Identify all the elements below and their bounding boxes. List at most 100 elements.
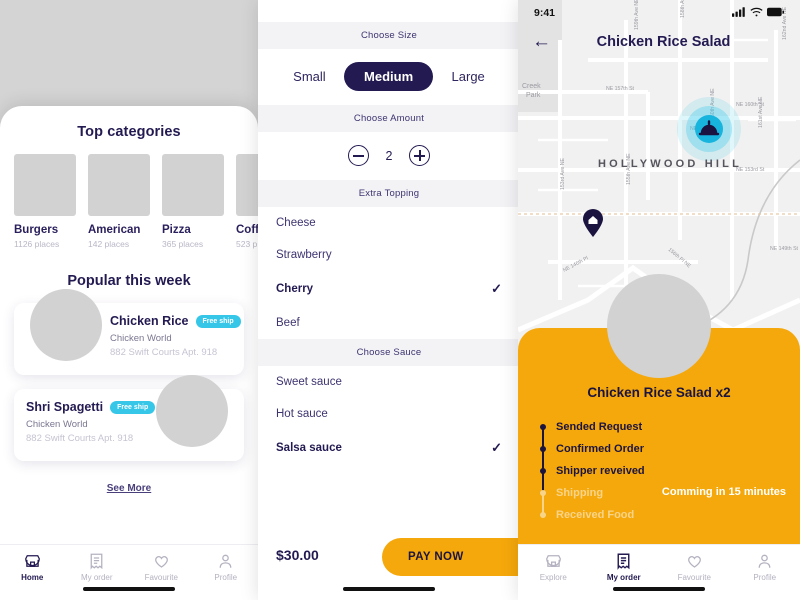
size-option-small[interactable]: Small [277,62,342,91]
tab-profile[interactable]: Profile [730,552,800,582]
store-icon [0,552,65,570]
svg-text:161st Ave NE: 161st Ave NE [758,96,764,128]
category-list: Burgers 1126 places American 142 places … [0,140,258,249]
extra-topping-header: Extra Topping [258,180,520,207]
status-bar: 9:41 [518,0,800,26]
restaurant-thumbnail [156,375,228,447]
person-icon [194,552,259,570]
payment-bar: $30.00 PAY NOW → [258,528,520,600]
tab-label: Explore [539,573,567,582]
option-label: Salsa sauce [276,442,342,454]
svg-text:Park: Park [526,92,541,99]
increment-button[interactable] [409,145,430,166]
bottom-tabbar: Explore My order Favourite Profile [518,544,800,600]
store-icon [518,552,589,570]
category-places: 523 p [236,239,258,249]
tab-label: Home [21,573,44,582]
category-name: Burgers [14,224,59,236]
sauce-option-salsa[interactable]: Salsa sauce ✓ [258,430,520,466]
step-label: Shipper reveived [556,465,645,477]
option-label: Strawberry [276,249,332,261]
choose-amount-header: Choose Amount [258,105,520,132]
tab-label: Profile [753,573,777,582]
tab-favourite[interactable]: Favourite [129,552,194,582]
size-option-large[interactable]: Large [436,62,501,91]
option-label: Cherry [276,283,314,295]
quantity-stepper: 2 [258,132,520,180]
step-received-food: Received Food [540,504,800,526]
category-item[interactable]: Burgers 1126 places [14,154,76,249]
neighborhood-label: HOLLYWOOD HILL [598,158,742,170]
check-icon: ✓ [491,281,502,296]
page-title: Chicken Rice Salad [596,33,731,50]
tab-label: My order [80,573,113,582]
category-thumbnail [162,154,224,216]
screen-order-tracking: NE 157th St NE 160th St NE 153rd St NE 1… [518,0,800,600]
tab-my-order[interactable]: My order [65,552,130,582]
category-name: Pizza [162,224,191,236]
category-thumbnail [236,154,258,216]
restaurant-name: Shri Spagetti [26,400,104,414]
category-item[interactable]: Pizza 365 places [162,154,224,249]
option-label: Sweet sauce [276,376,342,388]
tab-my-order[interactable]: My order [589,552,660,582]
topping-option-strawberry[interactable]: Strawberry [258,239,520,271]
decrement-button[interactable] [348,145,369,166]
tab-home[interactable]: Home [0,552,65,582]
popular-card[interactable]: Chicken Rice Free ship Chicken World 882… [14,289,244,375]
option-label: Cheese [276,217,316,229]
restaurant-address: 882 Swift Courts Apt. 918 [110,347,218,358]
category-thumbnail [88,154,150,216]
home-indicator [343,587,435,591]
popular-title: Popular this week [67,273,191,289]
tracking-header: ← Chicken Rice Salad [518,32,800,51]
category-name: Coff [236,224,258,236]
topping-option-cherry[interactable]: Cherry ✓ [258,271,520,307]
category-name: American [88,224,141,236]
see-more-link[interactable]: See More [0,483,258,494]
step-shipper-received: Shipper reveived [540,460,800,493]
option-label: Beef [276,317,300,329]
screen-item-options: Choose Size Small Medium Large Choose Am… [258,0,520,600]
home-sheet: Top categories Burgers 1126 places Ameri… [0,106,258,600]
home-indicator [613,587,705,591]
tab-favourite[interactable]: Favourite [659,552,730,582]
wifi-icon [750,4,763,22]
category-item[interactable]: Coff 523 p [236,154,258,249]
popular-card[interactable]: Shri Spagetti Free ship Chicken World 88… [14,375,244,461]
check-icon: ✓ [491,440,502,455]
topping-option-cheese[interactable]: Cheese [258,207,520,239]
choose-sauce-header: Choose Sauce [258,339,520,366]
person-icon [730,552,800,570]
home-pin-marker[interactable] [582,208,604,238]
category-places: 365 places [162,239,204,249]
bottom-tabbar: Home My order Favourite Profile [0,544,258,600]
sauce-option-hot[interactable]: Hot sauce [258,398,520,430]
svg-text:NE 149th St: NE 149th St [770,246,799,252]
size-option-medium[interactable]: Medium [344,62,434,91]
heart-icon [129,552,194,570]
topping-option-beef[interactable]: Beef [258,307,520,339]
eta-text: Comming in 15 minutes [661,486,786,498]
pay-now-button[interactable]: PAY NOW → [382,538,520,576]
category-places: 142 places [88,239,130,249]
choose-size-header: Choose Size [258,22,520,49]
order-thumbnail [607,274,711,378]
category-thumbnail [14,154,76,216]
sauce-option-sweet[interactable]: Sweet sauce [258,366,520,398]
order-progress-steps: Sended Request Confirmed Order Shipper r… [540,416,800,526]
food-dome-marker[interactable] [674,94,744,164]
tab-profile[interactable]: Profile [194,552,259,582]
three-screen-mockup: Top categories Burgers 1126 places Ameri… [0,0,800,600]
cellular-signal-icon [732,4,746,22]
tab-explore[interactable]: Explore [518,552,589,582]
category-item[interactable]: American 142 places [88,154,150,249]
heart-icon [659,552,730,570]
svg-text:Creek: Creek [522,83,541,90]
size-selector: Small Medium Large [258,49,520,105]
step-label: Confirmed Order [556,443,645,455]
screen-home: Top categories Burgers 1126 places Ameri… [0,0,258,600]
home-indicator [83,587,175,591]
step-sended-request: Sended Request [540,416,800,449]
svg-text:NE 157th St: NE 157th St [606,86,635,92]
